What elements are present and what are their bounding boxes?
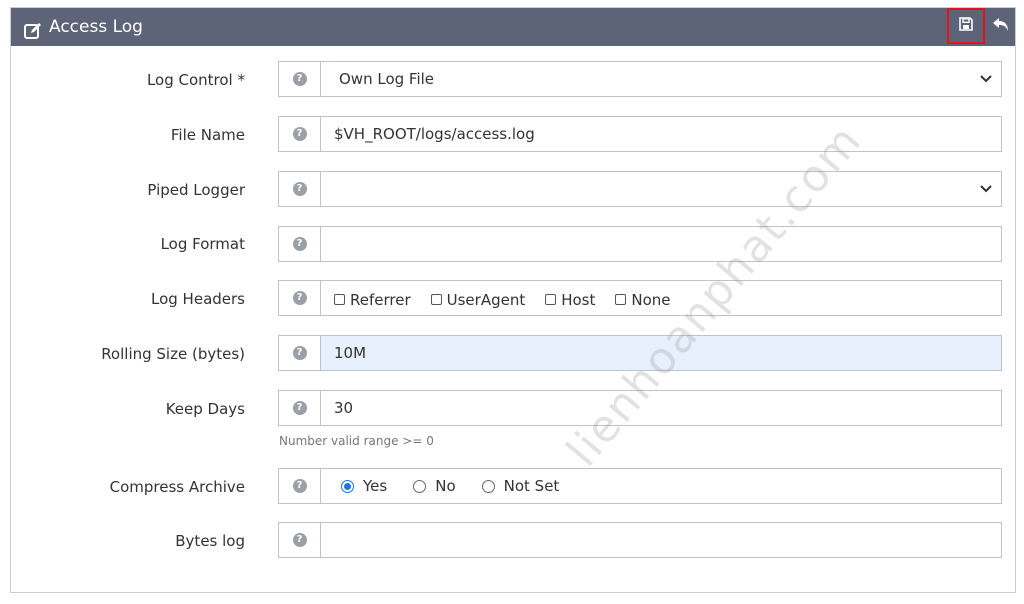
compress-archive-help[interactable]: ? xyxy=(278,468,320,504)
rolling-size-label: Rolling Size (bytes) xyxy=(101,345,245,363)
piped-logger-select[interactable] xyxy=(320,171,1002,207)
checkbox-label: None xyxy=(631,290,671,309)
keep-days-help[interactable]: ? xyxy=(278,390,320,426)
radio-label: Yes xyxy=(363,477,388,495)
chevron-down-icon xyxy=(980,185,992,193)
panel-header: Access Log xyxy=(11,8,1015,46)
checkbox-box[interactable] xyxy=(334,294,345,305)
checkbox-box[interactable] xyxy=(615,294,627,305)
bytes-log-help[interactable]: ? xyxy=(278,522,320,558)
save-icon xyxy=(958,16,974,36)
radio-no[interactable]: No xyxy=(413,477,456,495)
help-icon: ? xyxy=(292,533,307,547)
log-format-help[interactable]: ? xyxy=(278,226,320,262)
checkbox-box[interactable] xyxy=(430,294,442,305)
radio-button[interactable] xyxy=(413,479,427,493)
radio-button[interactable] xyxy=(481,479,495,493)
log-format-label: Log Format xyxy=(160,235,245,253)
compress-archive-group: Yes No Not Set xyxy=(320,468,1002,504)
log-control-value: Own Log File xyxy=(339,70,435,88)
rolling-size-help[interactable]: ? xyxy=(278,335,320,371)
access-log-panel: Access Log Log Control * ? Own Log File … xyxy=(10,7,1016,593)
radio-yes[interactable]: Yes xyxy=(341,477,387,495)
help-icon: ? xyxy=(292,237,307,251)
keep-days-hint: Number valid range >= 0 xyxy=(279,434,434,448)
checkbox-label: Host xyxy=(561,290,596,309)
help-icon: ? xyxy=(292,346,307,360)
log-control-select[interactable]: Own Log File xyxy=(320,61,1002,97)
rolling-size-input[interactable]: 10M xyxy=(320,335,1002,371)
help-icon: ? xyxy=(292,72,307,86)
checkbox-referrer[interactable]: Referrer xyxy=(334,291,411,309)
panel-title: Access Log xyxy=(23,8,143,46)
bytes-log-label: Bytes log xyxy=(175,532,245,550)
help-icon: ? xyxy=(292,291,307,305)
file-name-help[interactable]: ? xyxy=(278,116,320,152)
checkbox-host[interactable]: Host xyxy=(545,291,595,309)
keep-days-label: Keep Days xyxy=(165,400,245,418)
log-format-input[interactable] xyxy=(320,226,1002,262)
log-control-label: Log Control * xyxy=(146,71,245,89)
help-icon: ? xyxy=(292,182,307,196)
help-icon: ? xyxy=(292,127,307,141)
log-headers-label: Log Headers xyxy=(151,290,245,308)
panel-title-text: Access Log xyxy=(49,17,143,37)
radio-label: No xyxy=(435,477,456,495)
undo-arrow-icon xyxy=(991,16,1011,38)
radio-label: Not Set xyxy=(503,477,560,495)
piped-logger-label: Piped Logger xyxy=(147,181,245,199)
keep-days-value: 30 xyxy=(334,399,354,417)
back-button[interactable] xyxy=(989,16,1013,38)
bytes-log-input[interactable] xyxy=(320,522,1002,558)
checkbox-none[interactable]: None xyxy=(615,290,671,309)
log-headers-group: Referrer UserAgent Host None xyxy=(320,280,1002,316)
keep-days-input[interactable]: 30 xyxy=(320,390,1002,426)
chevron-down-icon xyxy=(980,75,992,83)
file-name-input[interactable]: $VH_ROOT/logs/access.log xyxy=(320,116,1002,152)
radio-button[interactable] xyxy=(341,479,354,493)
radio-not-set[interactable]: Not Set xyxy=(481,477,560,495)
rolling-size-value: 10M xyxy=(334,344,367,362)
compress-archive-label: Compress Archive xyxy=(109,478,245,496)
checkbox-box[interactable] xyxy=(545,294,557,305)
piped-logger-help[interactable]: ? xyxy=(278,171,320,207)
edit-icon xyxy=(23,17,43,39)
checkbox-label: Referrer xyxy=(350,290,411,309)
file-name-label: File Name xyxy=(170,126,245,144)
help-icon: ? xyxy=(292,479,307,493)
checkbox-label: UserAgent xyxy=(446,290,526,309)
file-name-value: $VH_ROOT/logs/access.log xyxy=(334,125,535,143)
log-control-help[interactable]: ? xyxy=(278,61,320,97)
help-icon: ? xyxy=(292,401,307,415)
checkbox-useragent[interactable]: UserAgent xyxy=(430,290,526,309)
log-headers-help[interactable]: ? xyxy=(278,280,320,316)
save-button[interactable] xyxy=(947,8,985,44)
